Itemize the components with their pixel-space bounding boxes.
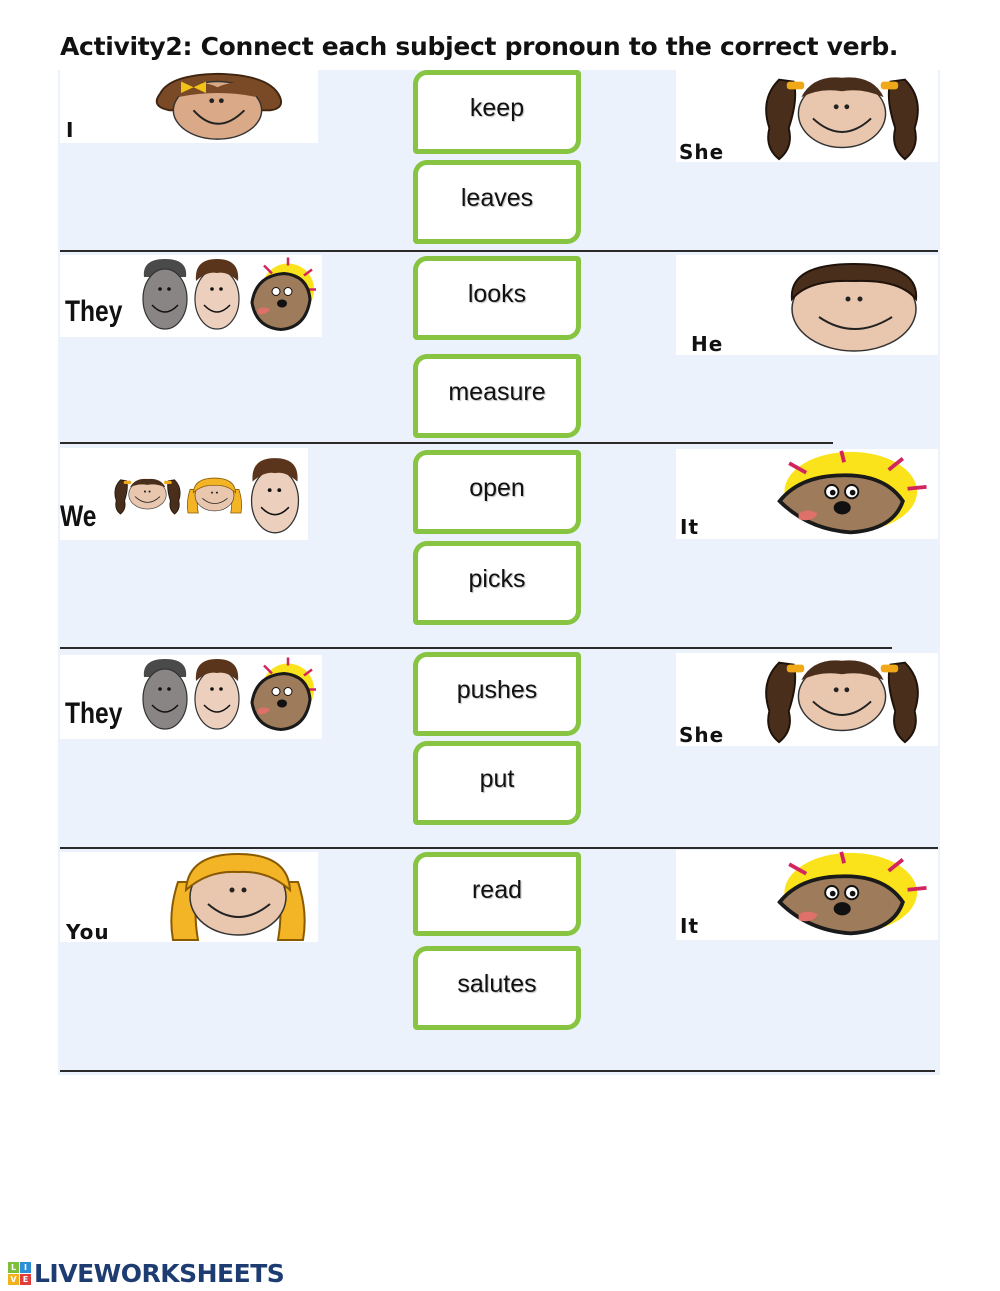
logo-letter: V [8, 1274, 19, 1285]
pronoun-card-left: They [60, 655, 322, 739]
row-separator [60, 647, 892, 649]
logo-letter: E [20, 1274, 31, 1285]
verb-card[interactable]: put [413, 741, 581, 825]
dog-face-icon [246, 255, 316, 335]
pronoun-card-right: She [676, 653, 938, 747]
girl-pigtails-face-icon [752, 70, 932, 162]
boy-face-icon [192, 257, 242, 332]
row-separator [60, 442, 833, 444]
pronoun-label: They [65, 295, 123, 328]
blonde-girl-face-icon [158, 852, 318, 942]
pronoun-label: It [680, 914, 700, 938]
dog-face-icon [756, 850, 936, 940]
verb-card[interactable]: keep [413, 70, 581, 154]
blonde-girl-face-icon [182, 453, 247, 538]
pronoun-label: She [679, 723, 725, 747]
dog-face-icon [756, 449, 936, 539]
pronoun-label: You [66, 920, 110, 944]
verb-card[interactable]: open [413, 450, 581, 534]
logo-text: LIVEWORKSHEETS [34, 1259, 285, 1288]
verb-card[interactable]: looks [413, 256, 581, 340]
row-separator [60, 1070, 935, 1072]
pronoun-label: I [66, 118, 75, 142]
pronoun-card-right: It [676, 850, 938, 940]
pronoun-label: They [65, 697, 123, 730]
verb-card[interactable]: measure [413, 354, 581, 438]
pronoun-card-left: I [60, 70, 318, 143]
girl-pigtails-face-icon [752, 653, 932, 745]
liveworksheets-logo[interactable]: L I V E LIVEWORKSHEETS [8, 1259, 285, 1288]
dog-face-icon [246, 655, 316, 735]
activity-title: Activity2: Connect each subject pronoun … [60, 32, 899, 61]
pronoun-label: It [680, 515, 700, 539]
pronoun-label: She [679, 140, 725, 164]
pronoun-card-left: They [60, 255, 322, 337]
verb-card[interactable]: leaves [413, 160, 581, 244]
pronoun-label: He [691, 332, 724, 356]
row-separator [60, 250, 938, 252]
girl-face-icon [245, 456, 305, 536]
pronoun-card-left: We [60, 448, 308, 540]
pronoun-card-right: He [676, 255, 938, 356]
row-separator [60, 847, 938, 849]
pronoun-label: We [60, 500, 97, 533]
pronoun-card-right: It [676, 449, 938, 539]
verb-card[interactable]: salutes [413, 946, 581, 1030]
boy-face-icon [774, 259, 934, 354]
dark-boy-face-icon [140, 657, 190, 732]
girl-pigtails-face-icon [110, 453, 185, 538]
dark-boy-face-icon [140, 257, 190, 332]
logo-letter: L [8, 1262, 19, 1273]
pronoun-card-left: You [60, 852, 318, 944]
pronoun-card-right: She [676, 70, 938, 164]
verb-card[interactable]: read [413, 852, 581, 936]
girl-face-icon [140, 70, 295, 142]
logo-icon: L I V E [8, 1262, 31, 1285]
verb-card[interactable]: picks [413, 541, 581, 625]
boy-face-icon [192, 657, 242, 732]
verb-card[interactable]: pushes [413, 652, 581, 736]
logo-letter: I [20, 1262, 31, 1273]
